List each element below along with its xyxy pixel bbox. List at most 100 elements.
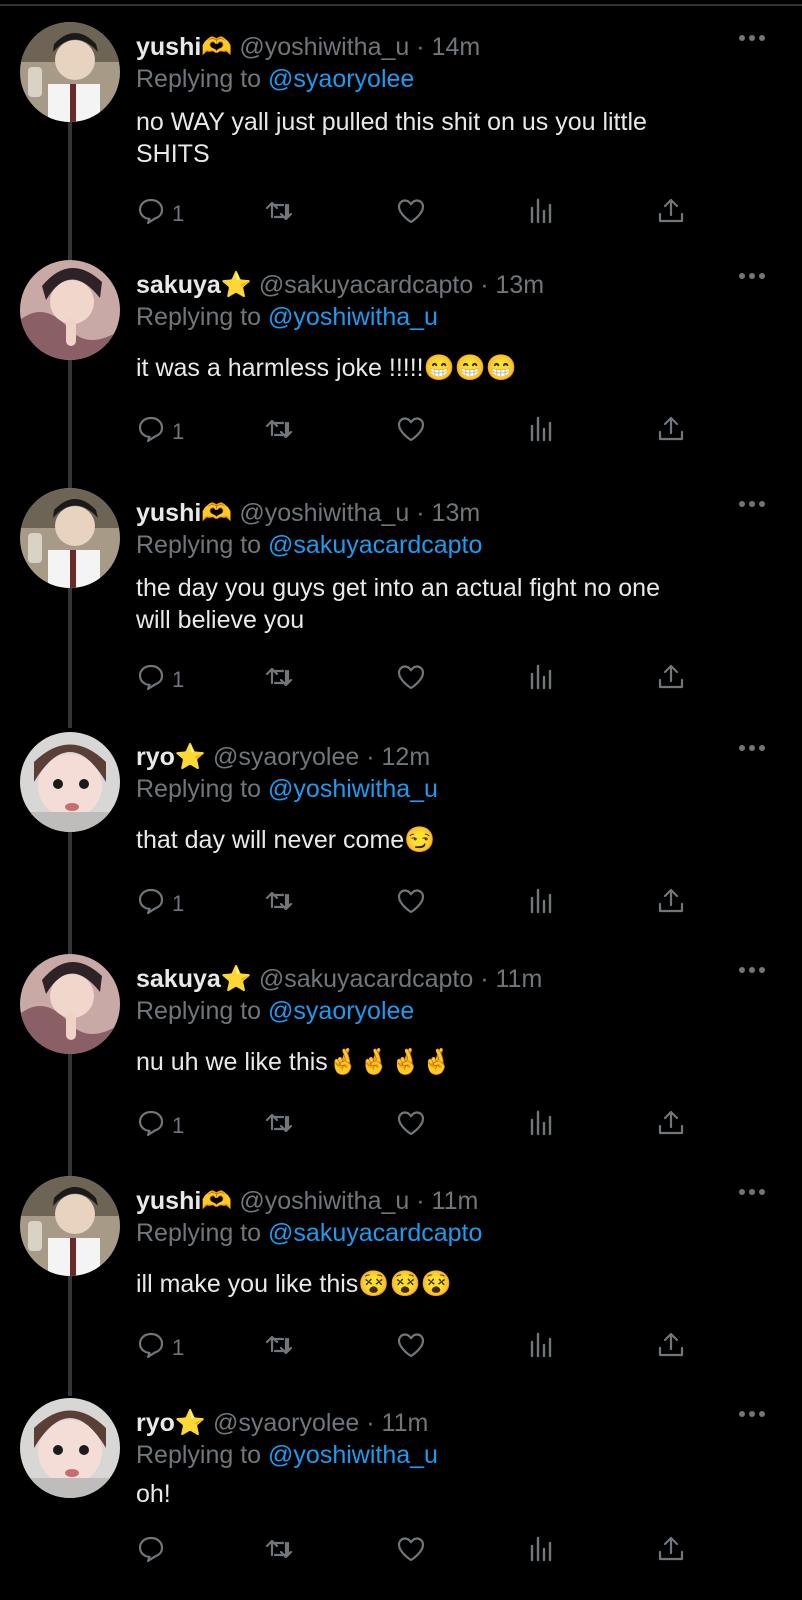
- timestamp[interactable]: 11m: [382, 1409, 429, 1437]
- more-dots-icon[interactable]: [738, 738, 766, 758]
- timestamp[interactable]: 13m: [496, 271, 545, 299]
- avatar[interactable]: [20, 22, 120, 122]
- like-button[interactable]: [396, 884, 426, 924]
- display-name[interactable]: yushi🫶: [136, 33, 232, 61]
- like-button[interactable]: [396, 660, 426, 700]
- reply-button[interactable]: 1: [136, 194, 184, 234]
- more-dots-icon[interactable]: [738, 960, 766, 980]
- avatar[interactable]: [20, 488, 120, 588]
- reply-button[interactable]: 1: [136, 660, 184, 700]
- more-dots-icon[interactable]: [738, 1182, 766, 1202]
- display-name[interactable]: ryo⭐: [136, 1409, 206, 1437]
- reply-count: 1: [172, 201, 185, 226]
- like-button[interactable]: [396, 1328, 426, 1368]
- avatar[interactable]: [20, 732, 120, 832]
- reply-count: 1: [172, 419, 185, 444]
- separator-dot: ·: [416, 33, 425, 61]
- avatar[interactable]: [20, 260, 120, 360]
- like-button[interactable]: [396, 412, 426, 452]
- timestamp[interactable]: 11m: [496, 965, 543, 993]
- mention-link[interactable]: @sakuyacardcapto: [268, 1219, 482, 1247]
- share-button[interactable]: [656, 194, 686, 234]
- display-name[interactable]: sakuya⭐: [136, 965, 252, 993]
- share-button[interactable]: [656, 884, 686, 924]
- display-name[interactable]: ryo⭐: [136, 743, 206, 771]
- display-name[interactable]: sakuya⭐: [136, 271, 252, 299]
- speech-bubble-icon: [136, 1534, 166, 1570]
- avatar[interactable]: [20, 1398, 120, 1498]
- timestamp[interactable]: 13m: [432, 499, 481, 527]
- views-button[interactable]: [526, 1106, 556, 1146]
- bar-chart-icon: [526, 1108, 556, 1144]
- heart-icon: [396, 196, 426, 232]
- speech-bubble-icon: [136, 1108, 166, 1144]
- reply-button[interactable]: 1: [136, 412, 184, 452]
- retweet-button[interactable]: [264, 194, 294, 234]
- retweet-button[interactable]: [264, 412, 294, 452]
- timestamp[interactable]: 12m: [382, 743, 431, 771]
- reply-button[interactable]: 1: [136, 884, 184, 924]
- user-handle[interactable]: @syaoryolee: [213, 743, 359, 771]
- display-name[interactable]: yushi🫶: [136, 1187, 232, 1215]
- views-button[interactable]: [526, 412, 556, 452]
- user-handle[interactable]: @yoshiwitha_u: [239, 499, 409, 527]
- timestamp[interactable]: 11m: [432, 1187, 479, 1215]
- action-bar: 1: [136, 884, 696, 924]
- user-handle[interactable]: @yoshiwitha_u: [239, 33, 409, 61]
- views-button[interactable]: [526, 194, 556, 234]
- tweet-text: no WAY yall just pulled this shit on us …: [136, 108, 647, 168]
- more-dots-icon[interactable]: [738, 266, 766, 286]
- share-button[interactable]: [656, 1328, 686, 1368]
- views-button[interactable]: [526, 1532, 556, 1572]
- mention-link[interactable]: @yoshiwitha_u: [268, 303, 438, 331]
- share-button[interactable]: [656, 412, 686, 452]
- like-button[interactable]: [396, 1532, 426, 1572]
- retweet-icon: [264, 1330, 294, 1366]
- emoji-grin: 😁😁😁: [423, 354, 517, 382]
- retweet-button[interactable]: [264, 1106, 294, 1146]
- more-dots-icon[interactable]: [738, 1404, 766, 1424]
- retweet-button[interactable]: [264, 1532, 294, 1572]
- avatar[interactable]: [20, 954, 120, 1054]
- reply-button[interactable]: 1: [136, 1106, 184, 1146]
- mention-link[interactable]: @yoshiwitha_u: [268, 775, 438, 803]
- action-bar: 1: [136, 1106, 696, 1146]
- reply-button[interactable]: [136, 1532, 172, 1572]
- user-handle[interactable]: @sakuyacardcapto: [259, 965, 473, 993]
- more-dots-icon[interactable]: [738, 494, 766, 514]
- thread-line: [68, 360, 72, 500]
- views-button[interactable]: [526, 1328, 556, 1368]
- mention-link[interactable]: @syaoryolee: [268, 997, 414, 1025]
- mention-link[interactable]: @yoshiwitha_u: [268, 1441, 438, 1469]
- share-button[interactable]: [656, 1532, 686, 1572]
- timestamp[interactable]: 14m: [432, 33, 481, 61]
- more-dots-icon[interactable]: [738, 28, 766, 48]
- heart-icon: [396, 1534, 426, 1570]
- heart-icon: [396, 662, 426, 698]
- share-upload-icon: [656, 1330, 686, 1366]
- replying-prefix: Replying to: [136, 1441, 269, 1469]
- retweet-button[interactable]: [264, 1328, 294, 1368]
- share-button[interactable]: [656, 660, 686, 700]
- user-handle[interactable]: @sakuyacardcapto: [259, 271, 473, 299]
- views-button[interactable]: [526, 660, 556, 700]
- mention-link[interactable]: @sakuyacardcapto: [268, 531, 482, 559]
- display-name[interactable]: yushi🫶: [136, 499, 232, 527]
- user-handle[interactable]: @syaoryolee: [213, 1409, 359, 1437]
- like-button[interactable]: [396, 1106, 426, 1146]
- bar-chart-icon: [526, 196, 556, 232]
- like-button[interactable]: [396, 194, 426, 234]
- reply-button[interactable]: 1: [136, 1328, 184, 1368]
- retweet-button[interactable]: [264, 660, 294, 700]
- views-button[interactable]: [526, 884, 556, 924]
- thread-line: [68, 1276, 72, 1396]
- avatar[interactable]: [20, 1176, 120, 1276]
- separator-dot: ·: [416, 499, 425, 527]
- emoji-crossed-fingers: 🤞🤞🤞🤞: [327, 1048, 453, 1076]
- retweet-button[interactable]: [264, 884, 294, 924]
- user-handle[interactable]: @yoshiwitha_u: [239, 1187, 409, 1215]
- mention-link[interactable]: @syaoryolee: [268, 65, 414, 93]
- speech-bubble-icon: [136, 1330, 166, 1366]
- retweet-icon: [264, 1108, 294, 1144]
- share-button[interactable]: [656, 1106, 686, 1146]
